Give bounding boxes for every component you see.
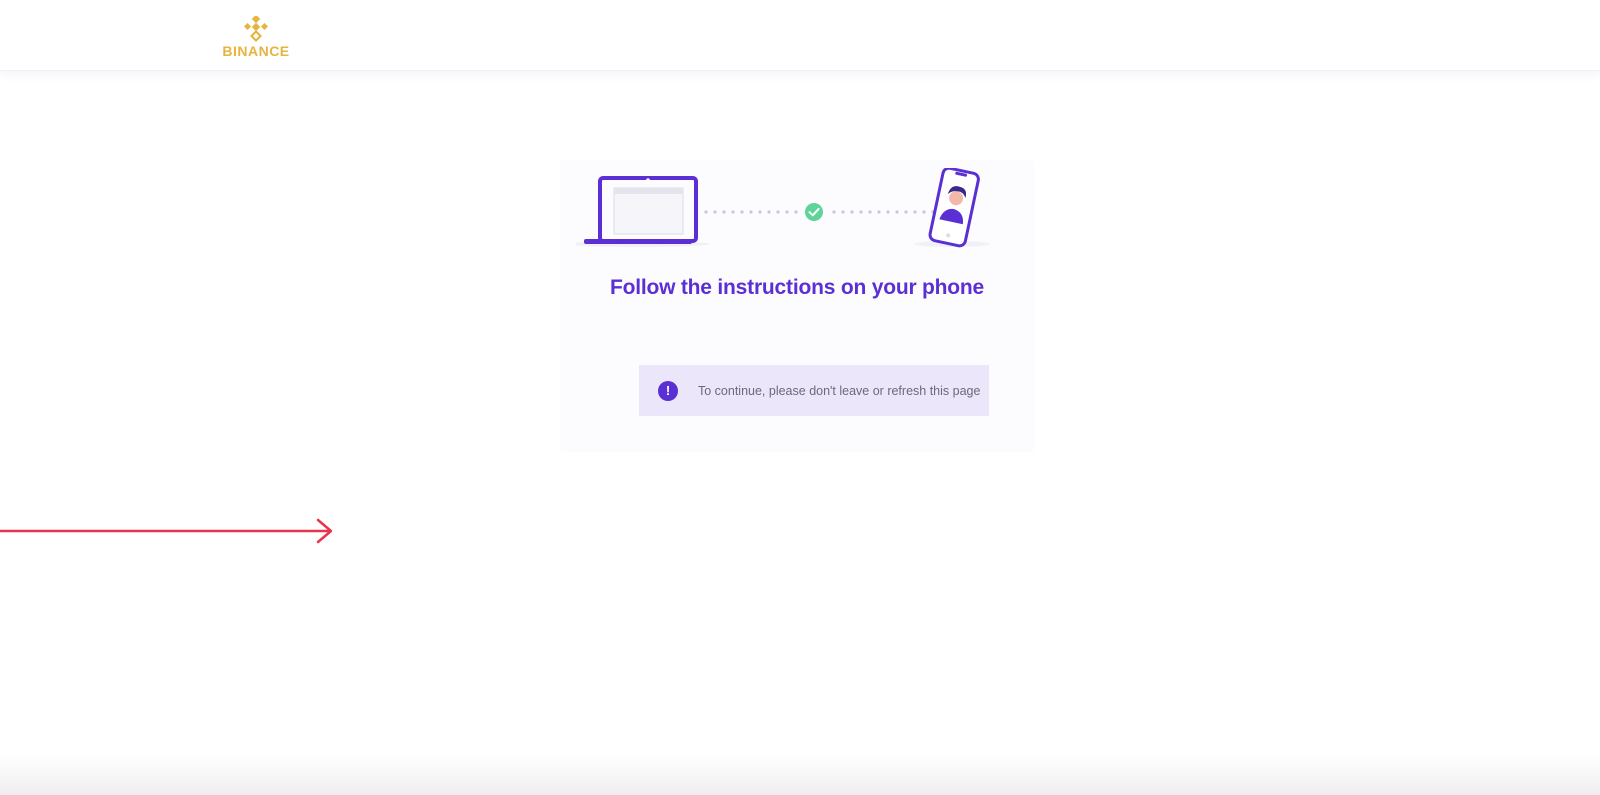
- page: BINANCE Follow the instructions on your …: [0, 0, 1600, 795]
- top-navbar: BINANCE: [0, 0, 1600, 71]
- laptop-phone-connection-illustration: [576, 168, 990, 248]
- phone-selfie-icon: [928, 168, 980, 248]
- binance-logo[interactable]: BINANCE: [216, 16, 296, 59]
- verification-card: Follow the instructions on your phone ! …: [560, 160, 1034, 452]
- warning-notice: ! To continue, please don't leave or ref…: [639, 365, 989, 416]
- arrow-right-icon: [0, 518, 333, 544]
- exclamation-circle-icon: !: [658, 380, 678, 401]
- notice-text: To continue, please don't leave or refre…: [698, 383, 981, 398]
- bottom-edge-shadow: [0, 755, 1600, 795]
- logo-text: BINANCE: [222, 43, 290, 59]
- check-circle-icon: [805, 203, 823, 221]
- binance-diamond-icon: [243, 16, 269, 42]
- page-title: Follow the instructions on your phone: [609, 276, 985, 299]
- laptop-icon: [584, 176, 698, 244]
